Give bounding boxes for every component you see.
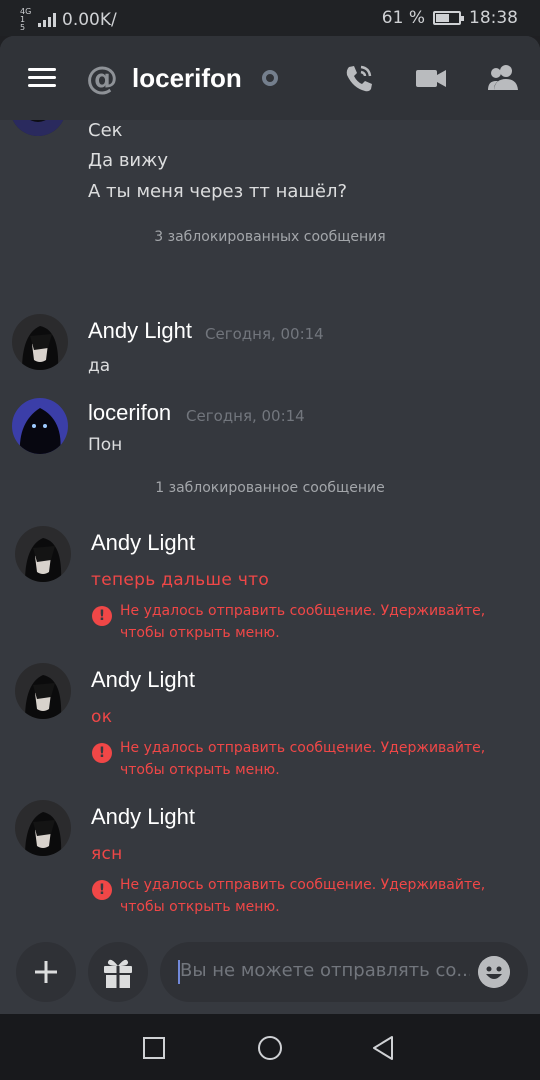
message-text: Сек bbox=[88, 120, 123, 141]
timestamp: Сегодня, 00:14 bbox=[205, 325, 324, 343]
channel-title: locerifon bbox=[132, 63, 242, 93]
gift-icon bbox=[104, 959, 132, 988]
send-error[interactable]: ! Не удалось отправить сообщение. Удержи… bbox=[92, 600, 492, 646]
send-error-text: Не удалось отправить сообщение. Удержива… bbox=[120, 877, 486, 915]
attach-button[interactable] bbox=[16, 942, 76, 1002]
offline-status-icon bbox=[262, 70, 278, 86]
message-text: да bbox=[88, 356, 111, 376]
clock: 18:38 bbox=[469, 8, 518, 28]
recents-square-icon[interactable] bbox=[140, 1034, 168, 1062]
author-name[interactable]: locerifon bbox=[88, 400, 171, 426]
send-error[interactable]: ! Не удалось отправить сообщение. Удержи… bbox=[92, 874, 492, 920]
avatar[interactable] bbox=[12, 398, 68, 454]
timestamp: Сегодня, 00:14 bbox=[186, 407, 305, 425]
app-window: @ locerifon Сек Да вижу А ты меня через … bbox=[0, 36, 540, 1014]
message-group: Andy Light Сегодня, 00:14 да bbox=[0, 270, 540, 380]
status-bar: 4G 1 5 0.00K/ 61 % 18:38 bbox=[0, 0, 540, 36]
back-triangle-icon[interactable] bbox=[370, 1034, 398, 1062]
message-composer: Вы не можете отправлять со... bbox=[0, 940, 540, 1014]
battery-fill bbox=[436, 14, 450, 22]
message-list[interactable]: Сек Да вижу А ты меня через тт нашёл? 3 … bbox=[0, 120, 540, 940]
system-nav-bar bbox=[0, 1014, 540, 1080]
phone-call-icon[interactable] bbox=[342, 62, 376, 94]
network-type-label: 4G 1 5 bbox=[20, 8, 32, 32]
author-name[interactable]: Andy Light bbox=[91, 530, 195, 556]
avatar[interactable] bbox=[10, 120, 66, 136]
at-icon: @ bbox=[86, 59, 118, 97]
blocked-messages-notice[interactable]: 1 заблокированное сообщение bbox=[0, 480, 540, 496]
video-camera-icon[interactable] bbox=[414, 62, 448, 94]
author-name[interactable]: Andy Light bbox=[91, 804, 195, 830]
author-name[interactable]: Andy Light bbox=[88, 318, 192, 344]
avatar[interactable] bbox=[15, 526, 71, 582]
signal-icon bbox=[38, 13, 56, 27]
error-icon: ! bbox=[92, 880, 112, 900]
members-icon[interactable] bbox=[486, 62, 520, 94]
message-input[interactable]: Вы не можете отправлять со... bbox=[160, 942, 528, 1002]
home-circle-icon[interactable] bbox=[256, 1034, 284, 1062]
error-icon: ! bbox=[92, 743, 112, 763]
avatar[interactable] bbox=[15, 663, 71, 719]
message-text: А ты меня через тт нашёл? bbox=[88, 181, 348, 202]
avatar[interactable] bbox=[15, 800, 71, 856]
battery-icon bbox=[433, 11, 464, 25]
data-speed: 0.00K/ bbox=[62, 10, 117, 30]
message-group: locerifon Сегодня, 00:14 Пон bbox=[0, 380, 540, 480]
plus-icon bbox=[35, 961, 57, 983]
failed-message-group[interactable]: Andy Light ясн ! Не удалось отправить со… bbox=[0, 794, 540, 924]
blocked-messages-notice[interactable]: 3 заблокированных сообщения bbox=[0, 229, 540, 245]
author-name[interactable]: Andy Light bbox=[91, 667, 195, 693]
battery-percent: 61 % bbox=[381, 8, 425, 28]
avatar[interactable] bbox=[12, 314, 68, 370]
error-icon: ! bbox=[92, 606, 112, 626]
failed-message-group[interactable]: Andy Light ок ! Не удалось отправить соо… bbox=[0, 657, 540, 787]
status-right: 61 % 18:38 bbox=[382, 8, 518, 28]
gift-button[interactable] bbox=[88, 942, 148, 1002]
send-error-text: Не удалось отправить сообщение. Удержива… bbox=[120, 603, 486, 641]
hamburger-icon[interactable] bbox=[28, 68, 56, 88]
send-error-text: Не удалось отправить сообщение. Удержива… bbox=[120, 740, 486, 778]
failed-message-text: теперь дальше что bbox=[91, 570, 270, 590]
send-error[interactable]: ! Не удалось отправить сообщение. Удержи… bbox=[92, 737, 492, 783]
failed-message-group[interactable]: Andy Light теперь дальше что ! Не удалос… bbox=[0, 520, 540, 650]
message-input-placeholder: Вы не можете отправлять со... bbox=[180, 960, 470, 981]
failed-message-text: ясн bbox=[91, 844, 123, 864]
message-text: Да вижу bbox=[88, 150, 168, 171]
channel-header: @ locerifon bbox=[0, 36, 540, 120]
network-sub: 1 5 bbox=[20, 15, 26, 32]
failed-message-text: ок bbox=[91, 707, 113, 727]
message-text: Пон bbox=[88, 435, 123, 455]
emoji-icon[interactable] bbox=[478, 956, 510, 988]
status-left: 4G 1 5 0.00K/ bbox=[20, 8, 117, 32]
